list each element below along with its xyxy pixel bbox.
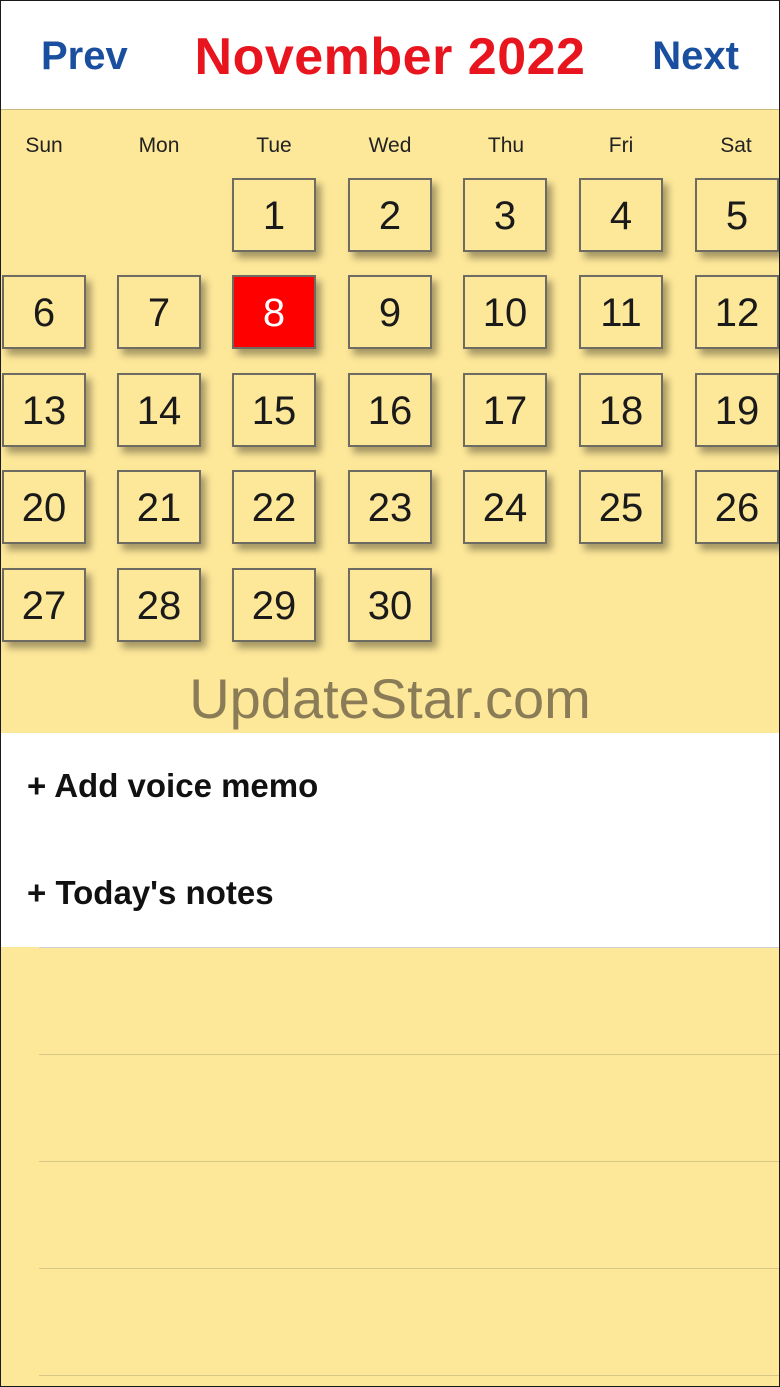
calendar-app: Prev November 2022 Next Sun Mon Tue Wed Thu F… <box>0 0 780 1387</box>
day-cell[interactable]: 26 <box>695 470 779 544</box>
day-cell[interactable]: 10 <box>463 275 547 349</box>
day-cell[interactable]: 12 <box>695 275 779 349</box>
watermark: UpdateStar.com <box>189 667 591 730</box>
day-cell[interactable]: 7 <box>117 275 201 349</box>
day-cell[interactable]: 30 <box>348 568 432 642</box>
day-cell[interactable]: 20 <box>2 470 86 544</box>
day-cell[interactable]: 4 <box>579 178 663 252</box>
todays-notes-row[interactable]: + Today's notes <box>1 840 779 947</box>
day-cell[interactable]: 21 <box>117 470 201 544</box>
day-cell[interactable]: 27 <box>2 568 86 642</box>
empty-row-divider <box>39 1054 779 1055</box>
divider <box>39 947 779 948</box>
day-cell[interactable]: 11 <box>579 275 663 349</box>
day-cell[interactable]: 22 <box>232 470 316 544</box>
day-cell[interactable]: 5 <box>695 178 779 252</box>
day-cell[interactable]: 3 <box>463 178 547 252</box>
day-cell[interactable]: 6 <box>2 275 86 349</box>
add-voice-memo-row[interactable]: + Add voice memo <box>1 733 779 840</box>
day-cell[interactable]: 14 <box>117 373 201 447</box>
day-cell[interactable]: 19 <box>695 373 779 447</box>
day-cell[interactable]: 2 <box>348 178 432 252</box>
day-cell[interactable]: 13 <box>2 373 86 447</box>
day-cell[interactable]: 28 <box>117 568 201 642</box>
empty-row-divider <box>39 1161 779 1162</box>
todays-notes-label: + Today's notes <box>27 874 274 911</box>
day-cell[interactable]: 17 <box>463 373 547 447</box>
day-cell[interactable]: 29 <box>232 568 316 642</box>
day-cell[interactable]: 25 <box>579 470 663 544</box>
day-cell[interactable]: 15 <box>232 373 316 447</box>
empty-row-divider <box>39 1268 779 1269</box>
day-cell[interactable]: 9 <box>348 275 432 349</box>
empty-row-divider <box>39 1375 779 1376</box>
day-cell[interactable]: 18 <box>579 373 663 447</box>
day-cell[interactable]: 24 <box>463 470 547 544</box>
day-cell[interactable]: 1 <box>232 178 316 252</box>
day-cell-selected[interactable]: 8 <box>232 275 316 349</box>
day-cell[interactable]: 16 <box>348 373 432 447</box>
day-cell[interactable]: 23 <box>348 470 432 544</box>
calendar-grid: 1 2 3 4 5 6 7 8 9 10 11 12 13 14 15 16 17 18 19 20 21 22 23 24 2… <box>1 1 779 661</box>
add-voice-memo-label: + Add voice memo <box>27 767 319 804</box>
